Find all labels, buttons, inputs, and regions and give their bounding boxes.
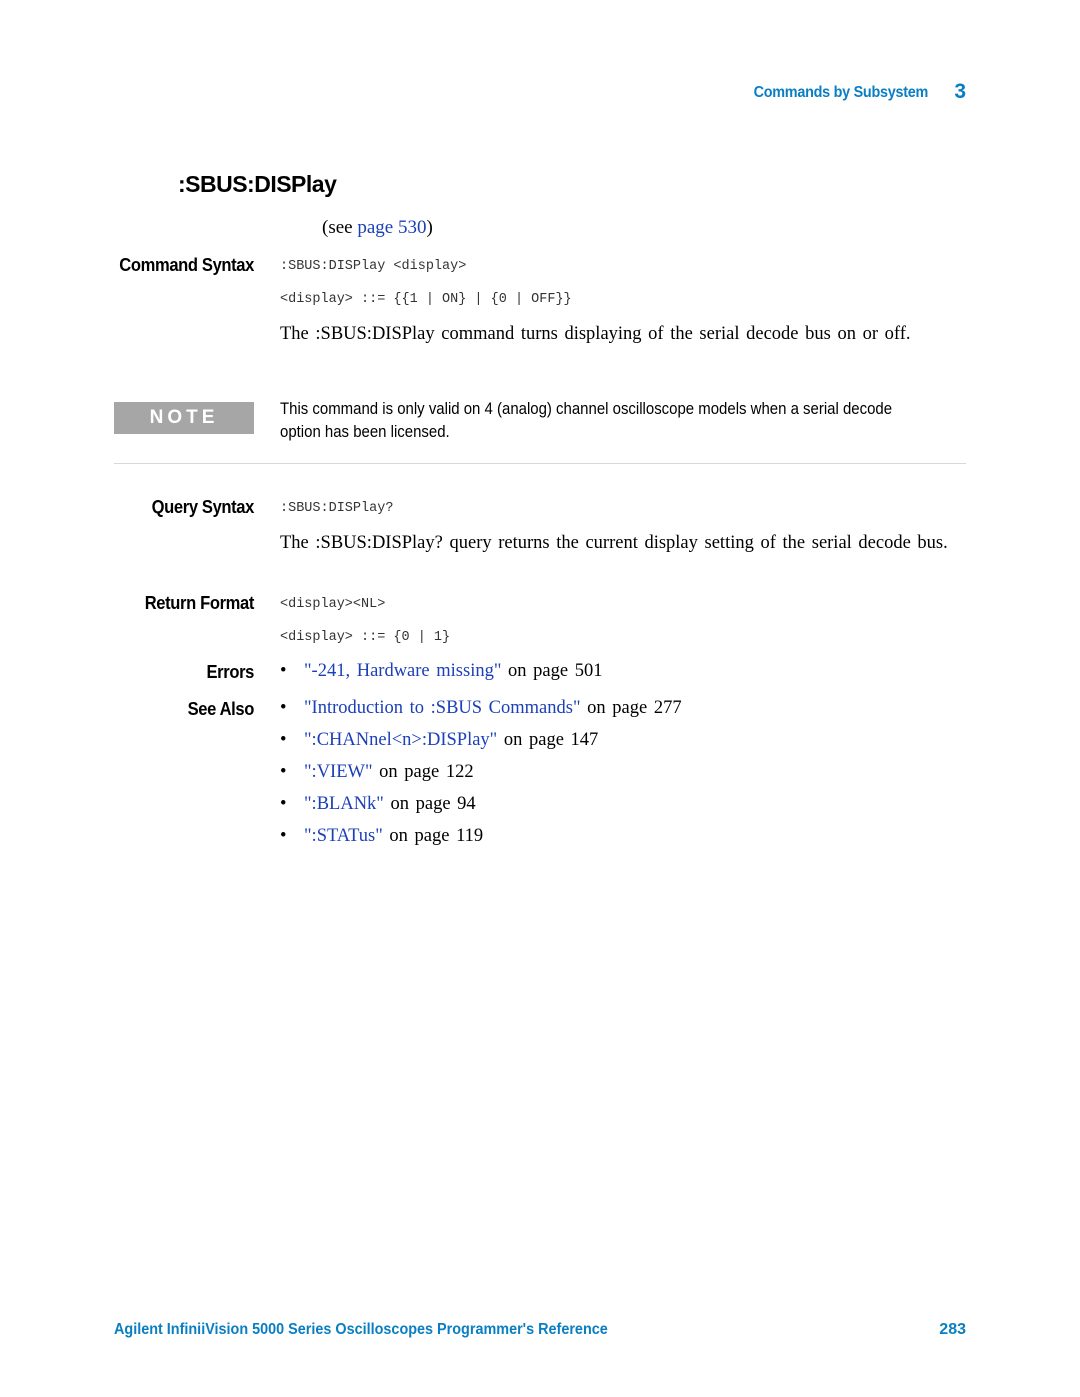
bullet-icon: • [280,762,287,782]
bullet-icon: • [280,826,287,846]
see-also-item: • "Introduction to :SBUS Commands" on pag… [280,698,682,718]
note-text: This command is only valid on 4 (analog)… [280,399,893,441]
see-also-item: • ":CHANnel<n>:DISPlay" on page 147 [280,730,599,750]
command-description: The :SBUS:DISPlay command turns displayi… [280,324,911,344]
see-also-item: • ":VIEW" on page 122 [280,762,474,782]
note-badge: NOTE [114,402,254,434]
see-also-link[interactable]: "Introduction to :SBUS Commands" [304,698,581,718]
bullet-icon: • [280,698,287,718]
see-suffix: ) [426,217,433,238]
return-format-label: Return Format [144,593,255,613]
query-description: The :SBUS:DISPlay? query returns the cur… [280,533,948,553]
page-title: :SBUS:DISPlay [178,171,337,197]
error-link[interactable]: "-241, Hardware missing" [304,661,501,681]
see-also-link[interactable]: ":STATus" [304,826,383,846]
see-also-link[interactable]: ":BLANk" [304,794,384,814]
section-divider [114,463,966,464]
see-also-item: • ":BLANk" on page 94 [280,794,476,814]
see-also-item: • ":STATus" on page 119 [280,826,484,846]
command-syntax-line: :SBUS:DISPlay <display> [280,259,467,274]
query-syntax-line: :SBUS:DISPlay? [280,501,394,516]
see-also-label: See Also [187,699,255,719]
bullet-icon: • [280,661,287,681]
query-syntax-label: Query Syntax [151,497,255,517]
chapter-number: 3 [954,80,966,103]
command-syntax-definition: <display> ::= {{1 | ON} | {0 | OFF}} [280,292,572,307]
errors-label: Errors [206,662,254,682]
see-prefix: (see [322,217,353,238]
bullet-icon: • [280,794,287,814]
footer-title: Agilent InfiniiVision 5000 Series Oscill… [114,1321,608,1338]
bullet-icon: • [280,730,287,750]
see-also-link[interactable]: ":CHANnel<n>:DISPlay" [304,730,497,750]
see-also-link[interactable]: ":VIEW" [304,762,373,782]
command-syntax-label: Command Syntax [119,255,255,275]
footer-page-number: 283 [939,1321,966,1338]
see-page-reference: (see page 530) [322,217,433,239]
return-format-definition: <display> ::= {0 | 1} [280,630,451,645]
see-page-link[interactable]: page 530 [357,217,426,238]
chapter-title: Commands by Subsystem [753,84,929,101]
error-item: • "-241, Hardware missing" on page 501 [280,661,603,681]
return-format-line: <display><NL> [280,597,386,612]
